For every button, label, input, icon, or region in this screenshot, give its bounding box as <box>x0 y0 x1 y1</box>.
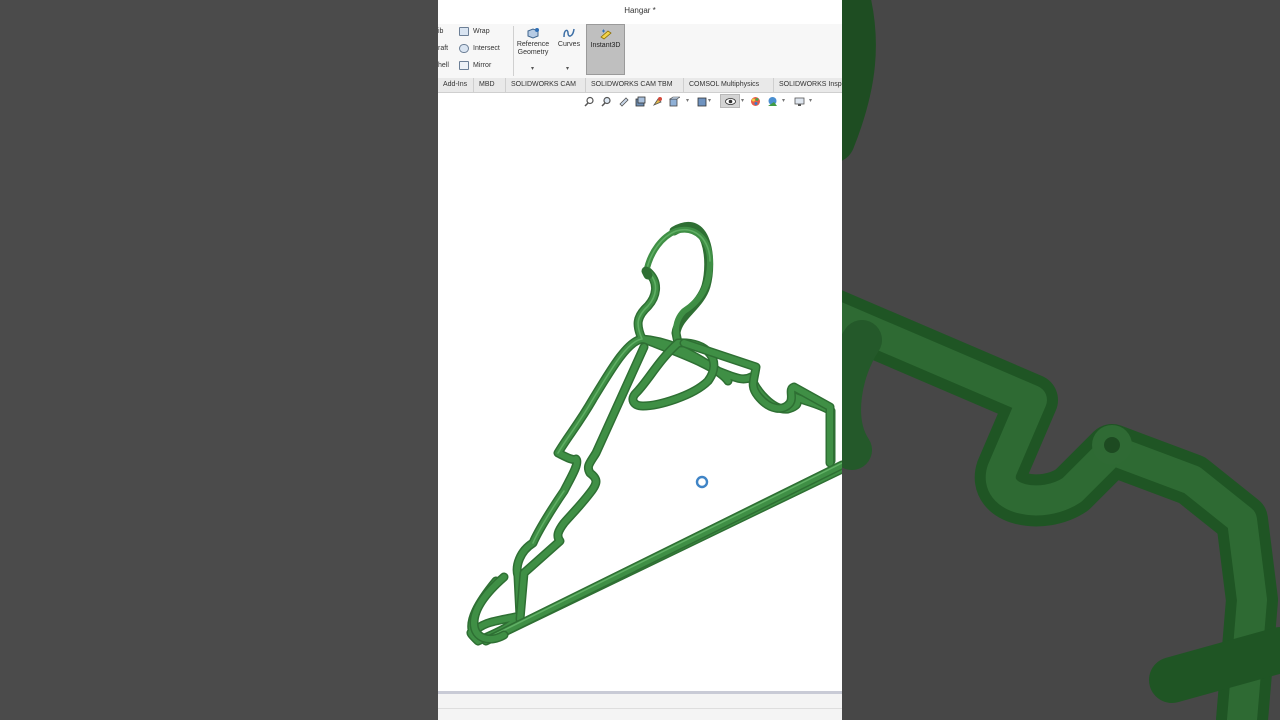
graphics-area[interactable] <box>438 111 842 691</box>
mirror-label: Mirror <box>473 62 492 69</box>
apply-scene-icon[interactable] <box>767 96 778 107</box>
tab-solidworks-inspection[interactable]: SOLIDWORKS Insp <box>774 78 842 92</box>
instant3d-icon <box>599 29 612 40</box>
title-bar: Hangar * <box>438 0 842 25</box>
scene-dropdown-icon[interactable]: ▾ <box>782 97 785 104</box>
wrap-label: Wrap <box>473 28 490 35</box>
features-ribbon: ib raft hell Wrap Intersect Mirror Refer… <box>438 24 842 79</box>
command-manager-tabs: Add-Ins MBD SOLIDWORKS CAM SOLIDWORKS CA… <box>438 78 842 93</box>
tab-mbd[interactable]: MBD <box>474 78 506 92</box>
shell-button[interactable]: hell <box>438 62 449 69</box>
left-blurred-background <box>0 0 438 720</box>
hanger-top-end-outline <box>641 266 653 280</box>
display-style-icon[interactable] <box>697 96 708 107</box>
reference-geometry-button[interactable]: Reference Geometry <box>516 27 550 57</box>
shell-label: hell <box>438 62 449 69</box>
dynamic-annotation-icon[interactable] <box>652 96 663 107</box>
right-blurred-background <box>842 0 1280 720</box>
instant3d-button[interactable]: Instant3D <box>586 24 625 75</box>
curves-icon <box>563 28 575 38</box>
intersect-icon <box>459 44 469 53</box>
solidworks-window: Hangar * ib raft hell Wrap Intersect Mir… <box>438 0 842 720</box>
previous-view-icon[interactable] <box>618 96 629 107</box>
edit-appearance-icon[interactable] <box>750 96 761 107</box>
zoom-to-fit-icon[interactable] <box>584 96 595 107</box>
view-orientation-icon[interactable] <box>669 96 680 107</box>
reference-geometry-dropdown-icon[interactable]: ▾ <box>531 65 534 72</box>
heads-up-view-toolbar: ▾ ▾ ▾ ▾ ▾ <box>438 93 842 111</box>
wrap-button[interactable]: Wrap <box>459 27 490 36</box>
curves-label: Curves <box>557 41 581 48</box>
view-settings-dropdown-icon[interactable]: ▾ <box>809 97 812 104</box>
zoom-to-area-icon[interactable] <box>601 96 612 107</box>
tab-solidworks-cam[interactable]: SOLIDWORKS CAM <box>506 78 586 92</box>
hanger-bottom-bar <box>483 462 842 644</box>
status-divider <box>438 708 842 709</box>
instant3d-label: Instant3D <box>590 42 621 49</box>
reference-geometry-label-1: Reference <box>516 41 550 48</box>
blurred-hangar-closeup <box>842 0 1280 720</box>
draft-button[interactable]: raft <box>438 45 448 52</box>
wrap-icon <box>459 27 469 36</box>
section-view-icon[interactable] <box>635 96 646 107</box>
rib-button[interactable]: ib <box>438 28 443 35</box>
curves-dropdown-icon[interactable]: ▾ <box>566 65 569 72</box>
reference-geometry-icon <box>527 28 539 39</box>
tab-solidworks-cam-tbm[interactable]: SOLIDWORKS CAM TBM <box>586 78 684 92</box>
orientation-dropdown-icon[interactable]: ▾ <box>686 97 689 104</box>
view-settings-icon[interactable] <box>794 96 805 107</box>
draft-label: raft <box>438 45 449 52</box>
hide-show-items-button[interactable] <box>720 94 740 108</box>
busy-cursor-icon <box>695 475 709 489</box>
hide-show-dropdown-icon[interactable]: ▾ <box>741 97 744 104</box>
tab-comsol-multiphysics[interactable]: COMSOL Multiphysics <box>684 78 774 92</box>
hanger-wire-highlight <box>489 271 842 640</box>
display-style-dropdown-icon[interactable]: ▾ <box>708 97 711 104</box>
tab-add-ins[interactable]: Add-Ins <box>438 78 474 92</box>
intersect-button[interactable]: Intersect <box>459 44 500 53</box>
hanger-model[interactable] <box>438 111 842 691</box>
status-bar <box>438 691 842 720</box>
ribbon-separator <box>513 26 514 76</box>
hanger-bottom-bar-highlight <box>485 462 842 640</box>
window-title: Hangar * <box>624 6 656 15</box>
rib-label: ib <box>438 28 444 35</box>
reference-geometry-label-2: Geometry <box>517 49 549 56</box>
curves-button[interactable]: Curves <box>555 27 583 49</box>
hide-show-items-icon <box>725 98 736 105</box>
intersect-label: Intersect <box>473 45 500 52</box>
mirror-icon <box>459 61 469 70</box>
mirror-button[interactable]: Mirror <box>459 61 491 70</box>
